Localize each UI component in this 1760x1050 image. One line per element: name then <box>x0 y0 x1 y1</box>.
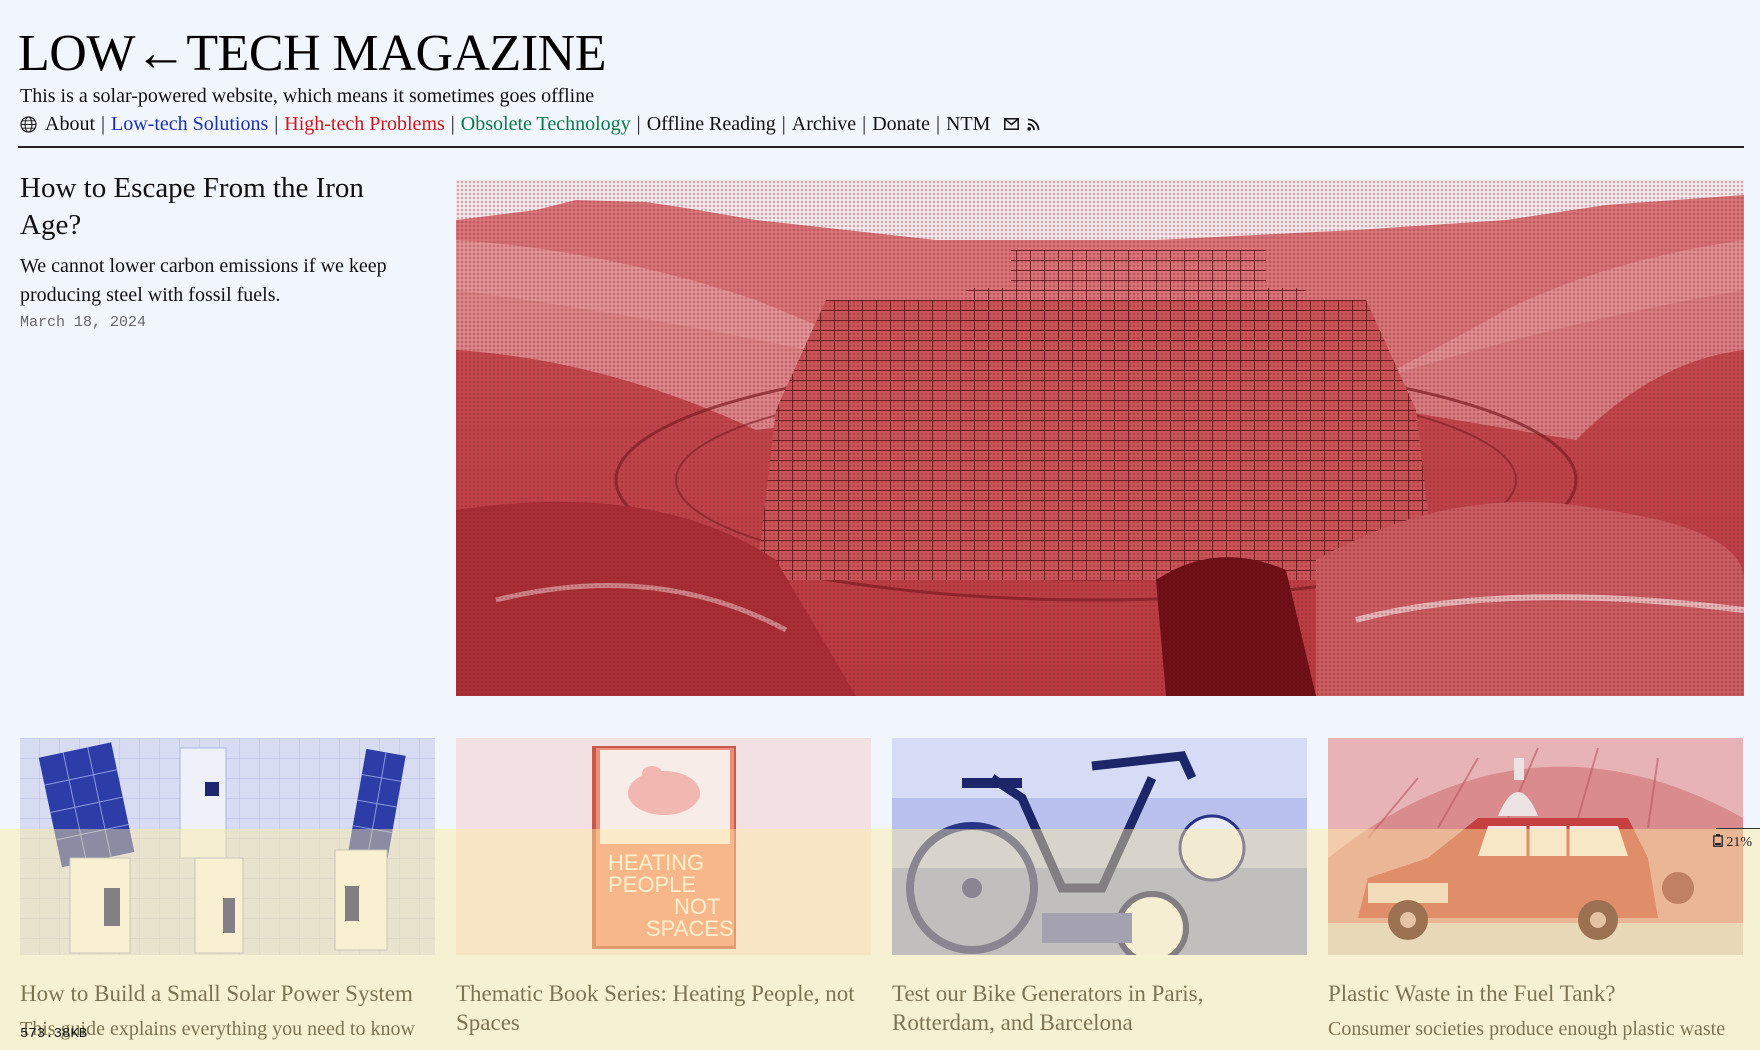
featured-article[interactable]: How to Escape From the Iron Age? We cann… <box>20 170 410 331</box>
site-header: LOW←TECH MAGAZINE This is a solar-powere… <box>18 26 1744 136</box>
featured-image[interactable] <box>456 180 1744 696</box>
nav-separator: | <box>101 113 106 135</box>
battery-marker <box>1716 828 1760 829</box>
header-divider <box>18 146 1744 148</box>
nav-separator: | <box>862 113 867 135</box>
article-card[interactable]: Plastic Waste in the Fuel Tank? Consumer… <box>1328 738 1743 1043</box>
site-title[interactable]: LOW←TECH MAGAZINE <box>18 26 1744 82</box>
nav-offline-reading[interactable]: Offline Reading <box>647 112 776 136</box>
article-title[interactable]: Thematic Book Series: Heating People, no… <box>456 979 871 1037</box>
battery-icon <box>1713 834 1724 852</box>
article-image[interactable] <box>1328 738 1743 955</box>
featured-summary: We cannot lower carbon emissions if we k… <box>20 255 387 306</box>
nav-separator: | <box>274 113 279 135</box>
article-title[interactable]: How to Build a Small Solar Power System <box>20 979 435 1008</box>
nav-separator: | <box>450 113 455 135</box>
globe-icon[interactable] <box>20 115 37 133</box>
featured-title[interactable]: How to Escape From the Iron Age? <box>20 170 410 244</box>
nav-donate[interactable]: Donate <box>872 112 930 136</box>
nav-archive[interactable]: Archive <box>792 112 856 136</box>
main-nav: About | Low-tech Solutions | High-tech P… <box>20 112 1744 136</box>
article-card[interactable]: Test our Bike Generators in Paris, Rotte… <box>892 738 1307 1045</box>
nav-separator: | <box>636 113 641 135</box>
article-title[interactable]: Plastic Waste in the Fuel Tank? <box>1328 979 1743 1008</box>
book-text: SPACES <box>646 916 734 941</box>
rss-icon[interactable] <box>1027 118 1040 131</box>
nav-separator: | <box>781 113 786 135</box>
nav-ntm[interactable]: NTM <box>946 112 990 136</box>
nav-obsolete-technology[interactable]: Obsolete Technology <box>461 112 631 136</box>
article-card[interactable]: HEATING PEOPLE NOT SPACES Thematic Book … <box>456 738 871 1045</box>
nav-separator: | <box>935 113 940 135</box>
nav-high-tech-problems[interactable]: High-tech Problems <box>284 112 445 136</box>
article-summary: Consumer societies produce enough plasti… <box>1328 1018 1726 1040</box>
battery-percent: 21% <box>1726 835 1752 850</box>
nav-about[interactable]: About <box>45 112 95 136</box>
nav-low-tech-solutions[interactable]: Low-tech Solutions <box>111 112 268 136</box>
article-title[interactable]: Test our Bike Generators in Paris, Rotte… <box>892 979 1307 1037</box>
page-size: 573.38KB <box>20 1026 88 1042</box>
mail-icon[interactable] <box>1004 118 1020 130</box>
article-image[interactable]: HEATING PEOPLE NOT SPACES <box>456 738 871 955</box>
article-card[interactable]: How to Build a Small Solar Power System … <box>20 738 435 1043</box>
featured-date: March 18, 2024 <box>20 314 147 331</box>
battery-indicator: 21% <box>1713 834 1752 852</box>
article-image[interactable] <box>20 738 435 955</box>
site-tagline: This is a solar-powered website, which m… <box>20 85 595 107</box>
article-image[interactable] <box>892 738 1307 955</box>
